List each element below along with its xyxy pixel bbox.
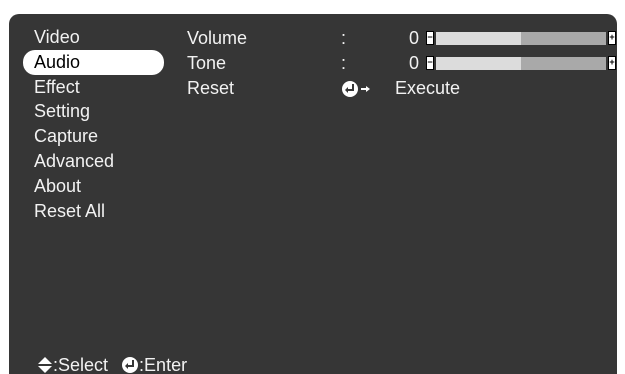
menu-item-label: Video [34, 27, 80, 47]
reset-label: Reset [187, 78, 235, 98]
select-hint-label: :Select [53, 355, 109, 374]
menu-item-label: Advanced [34, 150, 115, 171]
volume-label: Volume [187, 28, 248, 48]
enter-icon [122, 357, 139, 374]
plus-icon[interactable]: + [608, 31, 616, 45]
tone-colon: : [341, 53, 347, 73]
enter-arrow-icon[interactable] [341, 80, 371, 98]
menu-item-advanced[interactable]: Advanced [23, 149, 164, 174]
tone-value: 0 [408, 53, 419, 73]
tone-label: Tone [187, 53, 227, 73]
osd-screen: Video Audio Effect Setting Capture Advan… [9, 14, 617, 374]
menu-item-label: Effect [34, 76, 80, 97]
tone-slider-track[interactable] [436, 57, 606, 70]
volume-slider-track[interactable] [436, 32, 606, 45]
menu-item-label: Audio [34, 51, 81, 72]
menu-item-audio[interactable]: Audio [23, 49, 164, 75]
menu-item-capture[interactable]: Capture [23, 124, 164, 149]
menu-item-reset-all[interactable]: Reset All [23, 199, 164, 224]
menu-item-setting[interactable]: Setting [23, 99, 164, 124]
menu-item-about[interactable]: About [23, 174, 164, 199]
menu-item-label: Setting [34, 101, 91, 122]
footer-hints: :Select :Enter [37, 352, 187, 374]
menu-item-label: About [34, 175, 82, 196]
volume-slider-fill [436, 32, 521, 45]
menu-item-label: Reset All [34, 200, 106, 221]
volume-slider[interactable]: − + [426, 31, 616, 46]
tone-slider[interactable]: − + [426, 56, 616, 71]
menu-item-label: Capture [34, 126, 99, 147]
tone-slider-fill [436, 57, 521, 70]
volume-colon: : [341, 28, 347, 48]
minus-icon[interactable]: − [426, 31, 434, 45]
execute-button[interactable]: Execute [395, 76, 460, 100]
main-menu: Video Audio Effect Setting Capture Advan… [23, 25, 164, 223]
up-down-arrow-icon [38, 357, 52, 374]
minus-icon[interactable]: − [426, 56, 434, 70]
enter-hint-label: :Enter [139, 355, 188, 374]
menu-item-video[interactable]: Video [23, 25, 164, 50]
menu-item-effect[interactable]: Effect [23, 75, 164, 100]
plus-icon[interactable]: + [608, 56, 616, 70]
volume-value: 0 [408, 28, 419, 48]
